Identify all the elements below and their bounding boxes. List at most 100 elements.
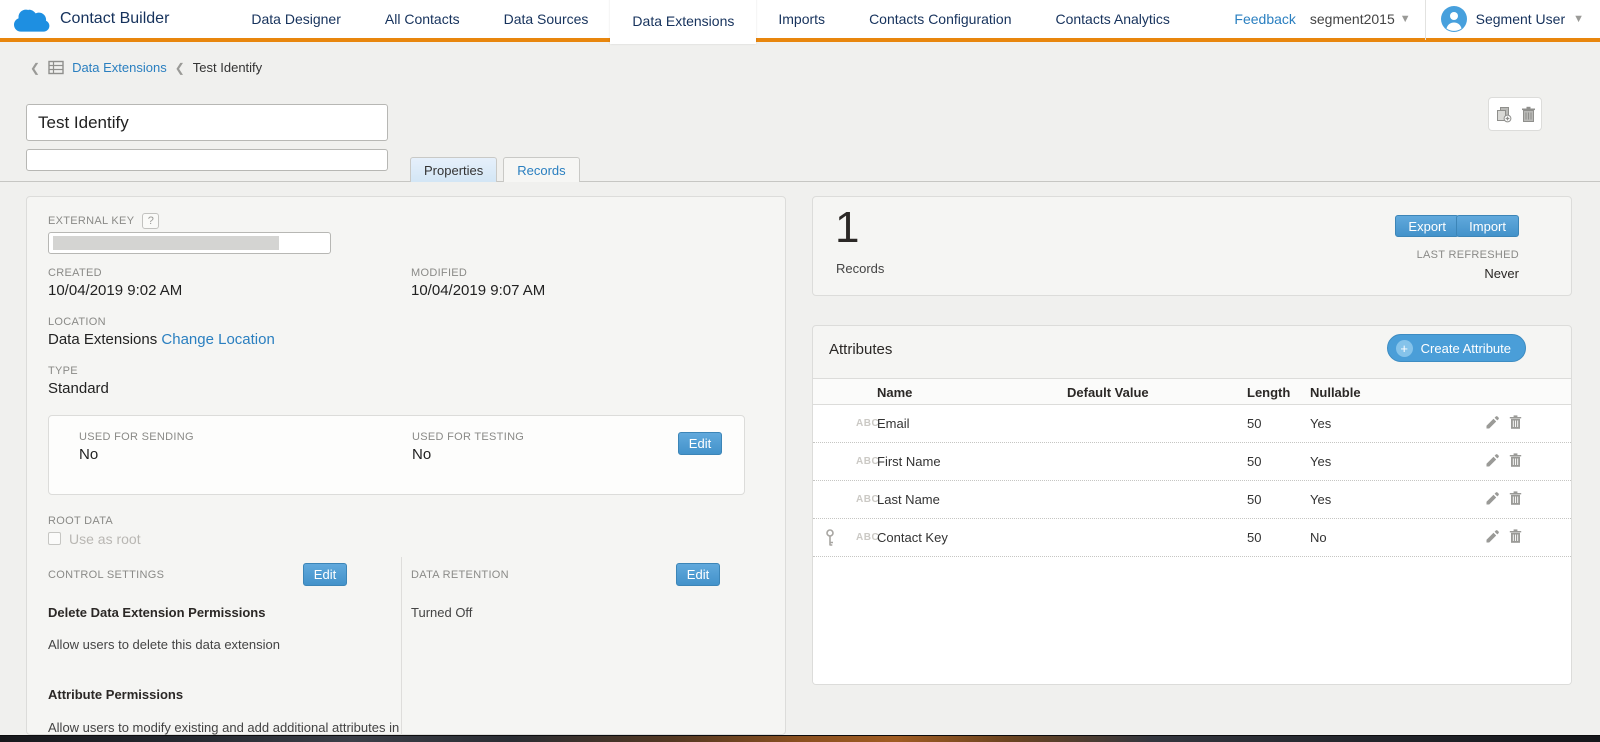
bottom-dock-strip: [0, 735, 1600, 742]
table-row: ABC First Name 50 Yes: [813, 443, 1571, 481]
user-menu[interactable]: Segment User ▼: [1440, 5, 1584, 33]
nav-item-contacts-analytics[interactable]: Contacts Analytics: [1033, 0, 1191, 40]
extension-actions-group: [1488, 97, 1542, 131]
avatar: [1440, 5, 1468, 33]
attributes-table-header: Name Default Value Length Nullable: [813, 378, 1571, 405]
primary-nav: Data Designer All Contacts Data Sources …: [229, 0, 1191, 44]
column-header-default-value: Default Value: [1067, 385, 1149, 400]
attribute-permissions-title: Attribute Permissions: [48, 687, 183, 702]
delete-trash-icon[interactable]: [1509, 491, 1522, 506]
delete-trash-icon[interactable]: [1509, 453, 1522, 468]
external-key-label: EXTERNAL KEY: [48, 215, 134, 227]
text-type-icon: ABC: [856, 532, 879, 543]
attribute-name: Last Name: [877, 492, 940, 507]
edit-sendable-button[interactable]: Edit: [678, 432, 722, 455]
attribute-name: First Name: [877, 454, 941, 469]
nav-item-imports[interactable]: Imports: [756, 0, 847, 40]
create-attribute-label: Create Attribute: [1421, 341, 1511, 356]
external-key-input[interactable]: [48, 232, 331, 254]
cloud-logo-icon: [14, 7, 50, 32]
delete-trash-icon[interactable]: [1509, 529, 1522, 544]
type-label: TYPE: [48, 365, 109, 377]
plus-icon: +: [1396, 340, 1413, 357]
location-label: LOCATION: [48, 316, 275, 328]
chevron-down-icon: ▼: [1400, 13, 1411, 25]
attribute-nullable: No: [1310, 530, 1327, 545]
control-settings-label: CONTROL SETTINGS: [48, 569, 164, 581]
tab-label: Records: [517, 163, 565, 178]
edit-data-retention-button[interactable]: Edit: [676, 563, 720, 586]
account-name: segment2015: [1310, 11, 1395, 27]
tab-properties[interactable]: Properties: [410, 157, 497, 182]
primary-key-icon: [825, 529, 835, 552]
attribute-name: Email: [877, 416, 910, 431]
attribute-length: 50: [1247, 416, 1261, 431]
tab-divider-line: [0, 181, 1600, 182]
export-button[interactable]: Export: [1395, 215, 1459, 237]
edit-pencil-icon[interactable]: [1485, 415, 1500, 430]
account-dropdown[interactable]: segment2015 ▼: [1310, 11, 1411, 27]
delete-icon[interactable]: [1521, 106, 1536, 123]
edit-control-settings-button[interactable]: Edit: [303, 563, 347, 586]
nav-item-all-contacts[interactable]: All Contacts: [363, 0, 482, 40]
root-data-label: ROOT DATA: [48, 515, 113, 527]
copy-icon[interactable]: [1495, 106, 1512, 123]
extension-name-input[interactable]: [26, 104, 388, 141]
properties-panel: EXTERNAL KEY ? CREATED 10/04/2019 9:02 A…: [26, 196, 786, 735]
table-row: ABC Last Name 50 Yes: [813, 481, 1571, 519]
created-label: CREATED: [48, 267, 182, 279]
nav-item-label: Contacts Configuration: [869, 11, 1011, 27]
nav-item-label: Data Designer: [251, 11, 341, 27]
nav-item-label: All Contacts: [385, 11, 460, 27]
nav-item-data-extensions[interactable]: Data Extensions: [610, 0, 756, 44]
import-button[interactable]: Import: [1456, 215, 1519, 237]
modified-label: MODIFIED: [411, 267, 545, 279]
attributes-table-body: ABC Email 50 Yes ABC First Name 50 Yes A…: [813, 405, 1571, 684]
extension-description-input[interactable]: [26, 149, 388, 171]
data-retention-value: Turned Off: [411, 605, 472, 620]
column-header-length: Length: [1247, 385, 1290, 400]
nav-divider: [1425, 0, 1426, 40]
tab-records[interactable]: Records: [503, 157, 579, 182]
used-for-testing-value: No: [412, 446, 524, 463]
records-count-label: Records: [836, 261, 884, 276]
help-icon[interactable]: ?: [142, 213, 159, 229]
nav-item-data-sources[interactable]: Data Sources: [482, 0, 611, 40]
edit-pencil-icon[interactable]: [1485, 453, 1500, 468]
back-chevron-icon[interactable]: ❮: [30, 61, 40, 75]
column-header-nullable: Nullable: [1310, 385, 1361, 400]
use-as-root-label: Use as root: [69, 531, 141, 547]
nav-item-data-designer[interactable]: Data Designer: [229, 0, 363, 40]
change-location-link[interactable]: Change Location: [161, 331, 274, 348]
feedback-link[interactable]: Feedback: [1234, 11, 1295, 27]
use-as-root-checkbox[interactable]: [48, 532, 61, 545]
last-refreshed-label: LAST REFRESHED: [1417, 249, 1519, 261]
delete-trash-icon[interactable]: [1509, 415, 1522, 430]
attribute-length: 50: [1247, 454, 1261, 469]
last-refreshed-value: Never: [1484, 266, 1519, 281]
nav-item-label: Contacts Analytics: [1055, 11, 1169, 27]
edit-pencil-icon[interactable]: [1485, 529, 1500, 544]
created-value: 10/04/2019 9:02 AM: [48, 282, 182, 299]
used-for-sending-value: No: [79, 446, 194, 463]
breadcrumb: ❮ Data Extensions ❮ Test Identify: [30, 60, 262, 75]
breadcrumb-current: Test Identify: [193, 60, 262, 75]
create-attribute-button[interactable]: + Create Attribute: [1387, 334, 1526, 362]
attribute-nullable: Yes: [1310, 492, 1331, 507]
edit-pencil-icon[interactable]: [1485, 491, 1500, 506]
app-brand: Contact Builder: [14, 7, 169, 32]
attribute-permissions-desc: Allow users to modify existing and add a…: [48, 720, 399, 735]
attributes-title: Attributes: [829, 341, 892, 358]
breadcrumb-chevron-icon: ❮: [175, 61, 185, 75]
data-retention-label: DATA RETENTION: [411, 569, 509, 581]
user-name: Segment User: [1476, 11, 1565, 27]
nav-item-contacts-configuration[interactable]: Contacts Configuration: [847, 0, 1033, 40]
attribute-length: 50: [1247, 530, 1261, 545]
detail-tabs: Properties Records: [410, 157, 580, 182]
used-for-testing-label: USED FOR TESTING: [412, 431, 524, 443]
modified-value: 10/04/2019 9:07 AM: [411, 282, 545, 299]
text-type-icon: ABC: [856, 418, 879, 429]
breadcrumb-parent-link[interactable]: Data Extensions: [72, 60, 167, 75]
tab-label: Properties: [424, 163, 483, 178]
records-count: 1: [835, 203, 859, 253]
